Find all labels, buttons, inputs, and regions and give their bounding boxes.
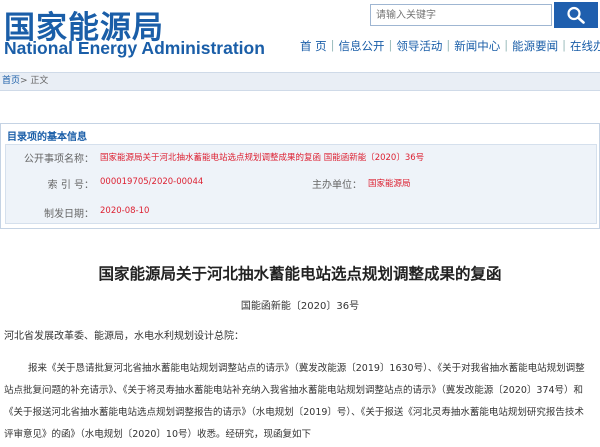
main-nav: 首 页| 信息公开| 领导活动| 新闻中心| 能源要闻| 在线办事: [300, 38, 600, 58]
value-org: 国家能源局: [368, 179, 411, 189]
breadcrumb-home[interactable]: 首页: [2, 76, 20, 86]
breadcrumb-separator: >: [20, 76, 31, 86]
label-title: 公开事项名称：: [24, 154, 94, 165]
nav-divider: |: [446, 38, 451, 52]
value-date: 2020-08-10: [100, 206, 150, 216]
nav-divider: |: [504, 38, 509, 52]
document-title: 国家能源局关于河北抽水蓄能电站选点规划调整成果的复函: [98, 264, 502, 283]
label-org: 主办单位：: [312, 180, 362, 191]
nav-divider: |: [388, 38, 393, 52]
info-panel: 目录项的基本信息 公开事项名称： 国家能源局关于河北抽水蓄能电站选点规划调整成果…: [0, 123, 600, 229]
value-index: 000019705/2020-00044: [100, 177, 204, 187]
nav-item-news[interactable]: 新闻中心: [454, 38, 500, 58]
info-table: 公开事项名称： 国家能源局关于河北抽水蓄能电站选点规划调整成果的复函 国能函新能…: [5, 144, 597, 224]
nav-item-leadership[interactable]: 领导活动: [396, 38, 442, 58]
nav-item-home[interactable]: 首 页: [300, 38, 327, 58]
document-addressee: 河北省发展改革委、能源局，水电水利规划设计总院：: [4, 331, 244, 342]
nav-divider: |: [330, 38, 335, 52]
document-number: 国能函新能〔2020〕36号: [240, 301, 360, 312]
info-panel-title: 目录项的基本信息: [7, 132, 87, 143]
search-icon: [567, 6, 585, 24]
site-logo-en[interactable]: National Energy Administration: [4, 38, 265, 59]
search-input[interactable]: [370, 4, 552, 26]
value-title[interactable]: 国家能源局关于河北抽水蓄能电站选点规划调整成果的复函 国能函新能〔2020〕36…: [100, 151, 424, 163]
watermark-overlay: [430, 420, 530, 434]
nav-item-online-services[interactable]: 在线办事: [570, 38, 600, 58]
search-button[interactable]: [554, 2, 598, 28]
nav-divider: |: [562, 38, 567, 52]
breadcrumb: 首页> 正文: [0, 72, 600, 91]
site-header: 国家能源局 National Energy Administration 首 页…: [0, 0, 600, 64]
label-index: 索 引 号：: [47, 180, 94, 191]
label-date: 制发日期：: [44, 209, 94, 220]
nav-item-energy-news[interactable]: 能源要闻: [512, 38, 558, 58]
nav-item-info-disclosure[interactable]: 信息公开: [339, 38, 385, 58]
breadcrumb-current: 正文: [30, 76, 49, 86]
